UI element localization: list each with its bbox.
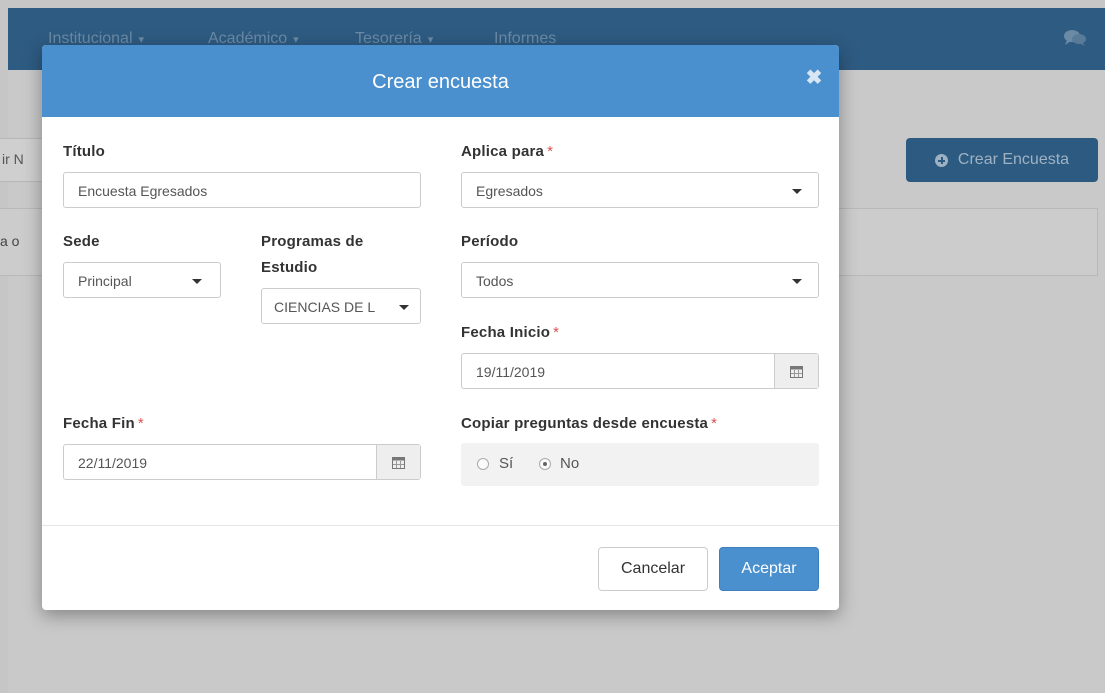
aplica-para-label: Aplica para * bbox=[461, 143, 553, 160]
create-survey-modal: Crear encuesta ✖ Título Encuesta Egresad… bbox=[42, 45, 839, 610]
programas-select[interactable]: CIENCIAS DE L bbox=[261, 288, 421, 324]
fecha-fin-label: Fecha Fin * bbox=[63, 415, 144, 432]
required-mark: * bbox=[137, 415, 144, 432]
radio-si[interactable] bbox=[477, 458, 489, 470]
fecha-inicio-label: Fecha Inicio * bbox=[461, 324, 559, 341]
copiar-preguntas-radio-group: Sí No bbox=[461, 443, 819, 486]
copiar-preguntas-label: Copiar preguntas desde encuesta * bbox=[461, 415, 717, 432]
accept-button[interactable]: Aceptar bbox=[719, 547, 819, 591]
aplica-para-label-text: Aplica para bbox=[461, 143, 545, 160]
programas-value: CIENCIAS DE L bbox=[274, 299, 376, 315]
required-mark: * bbox=[547, 143, 554, 160]
close-icon[interactable]: ✖ bbox=[805, 68, 823, 88]
fecha-fin-input[interactable]: 22/11/2019 bbox=[63, 444, 421, 480]
fecha-inicio-input[interactable]: 19/11/2019 bbox=[461, 353, 819, 389]
copiar-preguntas-label-text: Copiar preguntas desde encuesta bbox=[461, 415, 709, 432]
sede-label: Sede bbox=[63, 233, 100, 250]
cancel-button[interactable]: Cancelar bbox=[598, 547, 708, 591]
aplica-para-select[interactable]: Egresados bbox=[461, 172, 819, 208]
programas-label-line2: Estudio bbox=[261, 259, 318, 276]
calendar-icon[interactable] bbox=[376, 445, 420, 479]
radio-no[interactable] bbox=[539, 458, 551, 470]
periodo-label: Período bbox=[461, 233, 519, 250]
background-panel-text: a o bbox=[0, 233, 20, 249]
background-search-text: ir N bbox=[2, 151, 24, 167]
periodo-value: Todos bbox=[476, 273, 514, 289]
fecha-inicio-label-text: Fecha Inicio bbox=[461, 324, 551, 341]
fecha-fin-value: 22/11/2019 bbox=[78, 455, 148, 471]
required-mark: * bbox=[553, 324, 560, 341]
programas-label-line1: Programas de bbox=[261, 233, 364, 250]
titulo-input[interactable]: Encuesta Egresados bbox=[63, 172, 421, 208]
titulo-label: Título bbox=[63, 143, 106, 160]
chat-icon[interactable] bbox=[1063, 28, 1087, 53]
modal-title: Crear encuesta bbox=[372, 71, 509, 93]
chevron-down-icon bbox=[192, 279, 202, 284]
titulo-value: Encuesta Egresados bbox=[78, 183, 208, 199]
sede-select[interactable]: Principal bbox=[63, 262, 221, 298]
chevron-down-icon bbox=[399, 305, 409, 310]
radio-si-label[interactable]: Sí bbox=[499, 455, 513, 472]
periodo-select[interactable]: Todos bbox=[461, 262, 819, 298]
fecha-inicio-value: 19/11/2019 bbox=[476, 364, 546, 380]
modal-header: Crear encuesta ✖ bbox=[42, 45, 839, 117]
plus-circle-icon bbox=[934, 153, 948, 167]
modal-footer-divider bbox=[42, 525, 839, 526]
fecha-fin-label-text: Fecha Fin bbox=[63, 415, 135, 432]
aplica-para-value: Egresados bbox=[476, 183, 543, 199]
radio-no-label[interactable]: No bbox=[560, 455, 579, 472]
chevron-down-icon bbox=[792, 189, 802, 194]
create-survey-label: Crear Encuesta bbox=[957, 151, 1070, 168]
create-survey-button: Crear Encuesta bbox=[906, 138, 1098, 182]
sede-value: Principal bbox=[78, 273, 132, 289]
calendar-icon[interactable] bbox=[774, 354, 818, 388]
required-mark: * bbox=[711, 415, 718, 432]
chevron-down-icon bbox=[792, 279, 802, 284]
